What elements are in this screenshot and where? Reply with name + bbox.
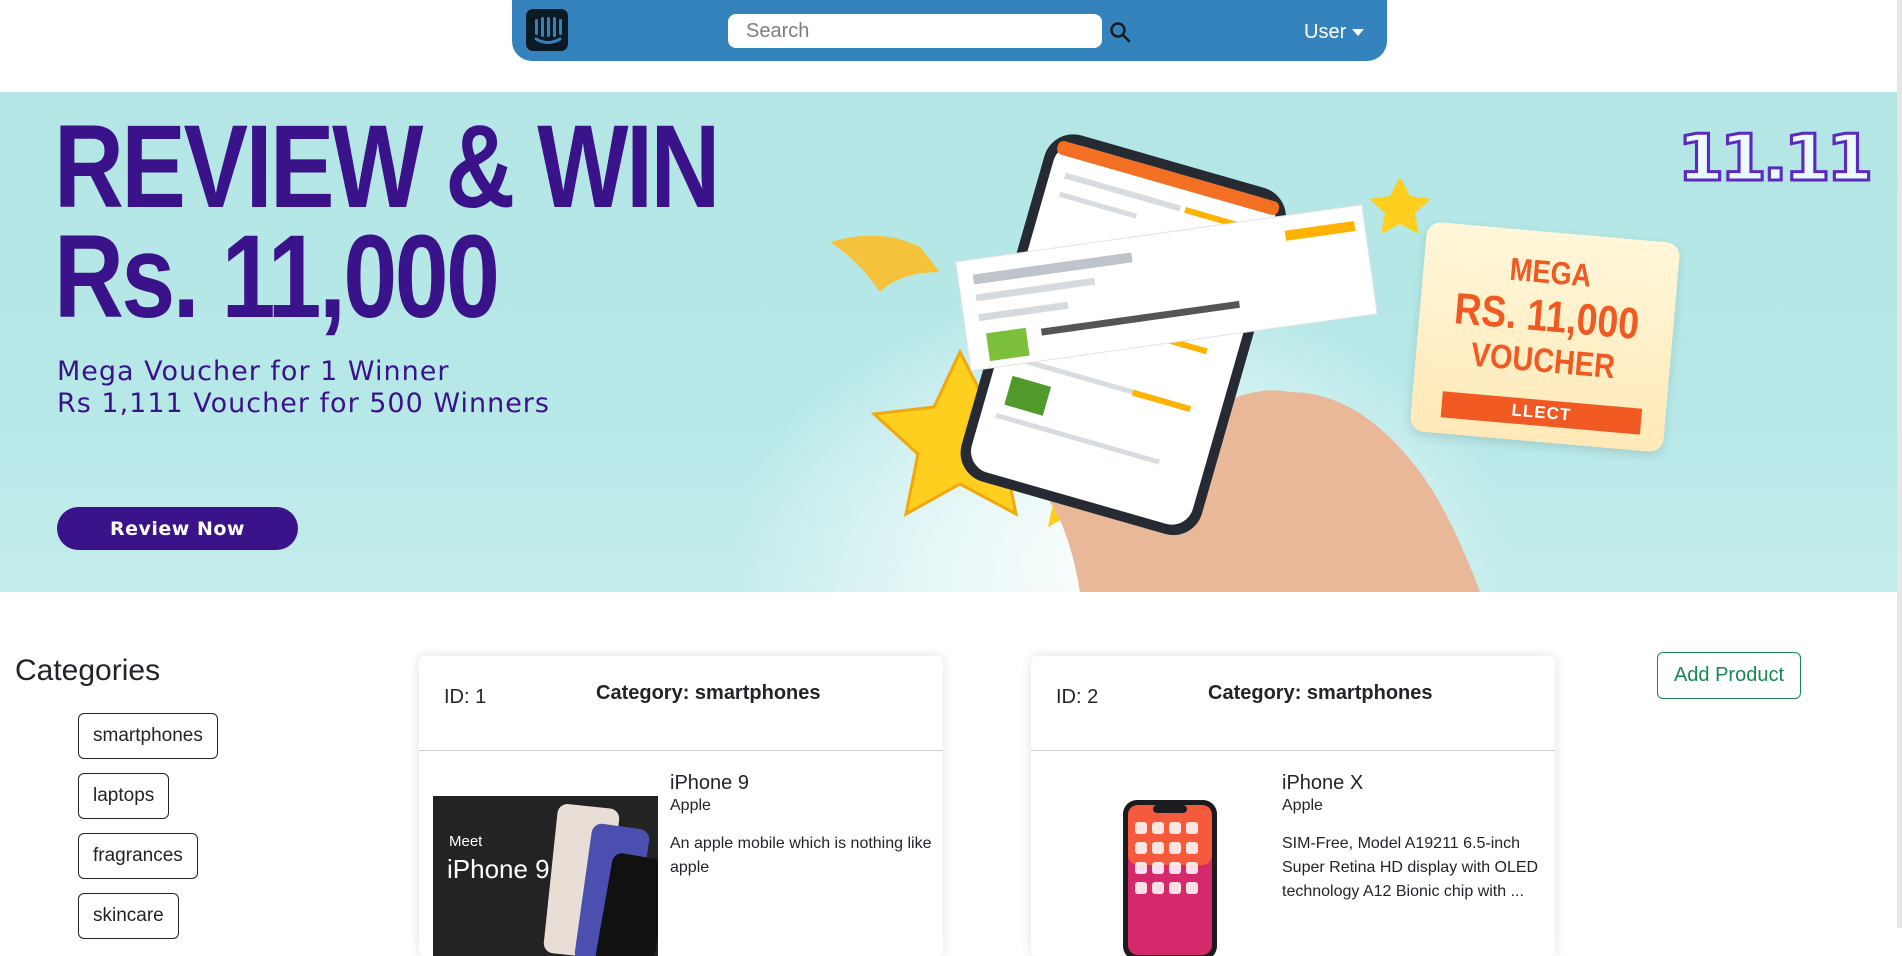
product-card[interactable]: ID: 2 Category: smartphones iPhone X App… xyxy=(1031,656,1555,956)
search-icon xyxy=(1110,22,1131,43)
product-id: ID: 1 xyxy=(444,686,487,708)
product-card-header: ID: 2 Category: smartphones xyxy=(1031,656,1555,751)
page-scrollbar[interactable] xyxy=(1897,0,1902,928)
product-image[interactable] xyxy=(1045,796,1270,956)
product-brand: Apple xyxy=(1282,797,1323,814)
app-logo-icon[interactable] xyxy=(526,9,568,51)
category-laptops-button[interactable]: laptops xyxy=(78,773,170,819)
phone-in-hand-illustration xyxy=(830,134,1480,592)
product-description: An apple mobile which is nothing like ap… xyxy=(670,835,932,876)
user-dropdown[interactable]: User xyxy=(1304,18,1365,46)
product-brand: Apple xyxy=(670,797,711,814)
category-skincare-button[interactable]: skincare xyxy=(78,893,179,939)
banner-headline: REVIEW & WIN Rs. 11,000 xyxy=(54,108,720,336)
mega-voucher-graphic: MEGA RS. 11,000 VOUCHER LLECT xyxy=(1409,221,1681,453)
categories-heading: Categories xyxy=(15,654,161,687)
banner-headline-line2: Rs. 11,000 xyxy=(54,211,500,343)
product-card-header: ID: 1 Category: smartphones xyxy=(419,656,943,751)
banner-subline-1: Mega Voucher for 1 Winner xyxy=(57,356,450,387)
product-category: Category: smartphones xyxy=(1208,682,1433,704)
promo-banner[interactable]: REVIEW & WIN Rs. 11,000 Mega Voucher for… xyxy=(0,92,1902,592)
review-now-button[interactable]: Review Now xyxy=(57,507,298,550)
eleven-eleven-logo: 11.11 xyxy=(1676,121,1875,198)
add-product-button[interactable]: Add Product xyxy=(1657,652,1801,699)
product-image-text-2: iPhone 9 xyxy=(447,854,550,884)
product-category: Category: smartphones xyxy=(596,682,821,704)
category-fragrances-button[interactable]: fragrances xyxy=(78,833,198,879)
banner-subline-2: Rs 1,111 Voucher for 500 Winners xyxy=(57,388,550,419)
voucher-collect-label: LLECT xyxy=(1440,391,1643,435)
search-input[interactable] xyxy=(728,14,1102,48)
caret-down-icon xyxy=(1352,28,1365,36)
product-title: iPhone X xyxy=(1282,772,1364,794)
product-image[interactable]: Meet iPhone 9 xyxy=(433,796,658,956)
search-button[interactable] xyxy=(1106,18,1134,46)
top-navbar: User xyxy=(512,0,1387,61)
category-smartphones-button[interactable]: smartphones xyxy=(78,713,218,759)
product-card[interactable]: ID: 1 Category: smartphones Meet iPhone … xyxy=(419,656,943,956)
product-id: ID: 2 xyxy=(1056,686,1099,708)
product-description: SIM-Free, Model A19211 6.5-inch Super Re… xyxy=(1282,835,1539,900)
user-dropdown-label: User xyxy=(1304,20,1347,43)
product-image-text-1: Meet xyxy=(449,833,483,850)
product-title: iPhone 9 xyxy=(670,772,749,794)
